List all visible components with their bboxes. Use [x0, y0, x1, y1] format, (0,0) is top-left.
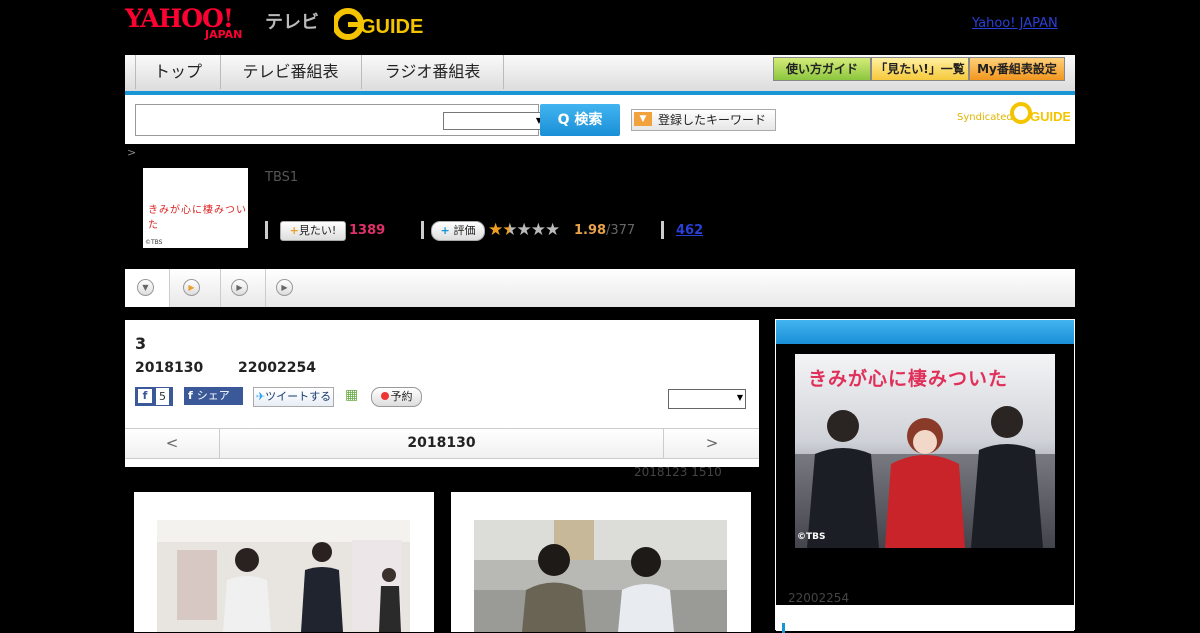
- star-rating-icon: ★★★★★: [488, 220, 560, 240]
- program-thumbnail[interactable]: きみが心に棲みついた ©TBS: [143, 168, 248, 248]
- tweet-label: ツイートする: [265, 390, 332, 403]
- tv-logo-text: テレビ: [265, 12, 319, 33]
- mitai-count: 1389: [349, 223, 386, 238]
- guide-button[interactable]: 使い方ガイド: [773, 57, 871, 81]
- rating-score: 1.98: [574, 223, 607, 238]
- facebook-icon: f: [188, 389, 193, 402]
- play-circle-icon: ▶: [231, 279, 248, 296]
- calendar-icon[interactable]: ▦: [345, 388, 359, 402]
- breadcrumb[interactable]: >: [127, 146, 136, 159]
- tab-episode-list[interactable]: ▼: [125, 269, 170, 307]
- tab-reviews[interactable]: ▶: [266, 269, 310, 307]
- program-poster[interactable]: きみが心に棲みついた ©TBS: [795, 354, 1055, 548]
- yahoo-japan-logo-text: JAPAN: [205, 28, 243, 41]
- tab-radio-schedule[interactable]: ラジオ番組表: [362, 55, 504, 89]
- update-timestamp: 2018123 1510: [634, 465, 722, 479]
- tweet-button[interactable]: ✈ツイートする: [253, 387, 334, 407]
- g-guide-logo[interactable]: GUIDE: [332, 8, 430, 40]
- side-panel: きみが心に棲みついた ©TBS 22002254: [775, 319, 1075, 633]
- rate-button-label: 評価: [453, 224, 476, 237]
- syndicated-logo-text: GUIDE: [1030, 109, 1070, 124]
- episode-select[interactable]: ▼: [668, 389, 746, 409]
- tab-program-info[interactable]: ▶: [170, 269, 221, 307]
- broadcast-date: 2018130: [135, 360, 204, 376]
- mitai-list-button[interactable]: 「見たい!」一覧: [871, 57, 969, 81]
- facebook-like-count: 5: [156, 388, 169, 405]
- global-nav: トップ テレビ番組表 ラジオ番組表 使い方ガイド 「見たい!」一覧 My番組表設…: [125, 55, 1075, 95]
- scene-photo[interactable]: [157, 520, 410, 632]
- record-dot-icon: [380, 392, 389, 400]
- episode-panel: 3 2018130 22002254 f5 f シェア ✈ツイートする ▦ 予約 …: [125, 320, 759, 467]
- divider: [265, 221, 268, 239]
- search-input[interactable]: ▼: [135, 104, 545, 136]
- current-episode-date: 2018130: [407, 435, 476, 451]
- registered-keyword-label: 登録したキーワード: [658, 113, 767, 127]
- episode-number: 3: [135, 334, 147, 353]
- facebook-share-label: シェア: [196, 389, 230, 402]
- rate-button[interactable]: + 評価: [431, 221, 485, 241]
- play-circle-icon: ▶: [276, 279, 293, 296]
- poster-copyright: ©TBS: [797, 532, 826, 542]
- next-episode-button[interactable]: >: [663, 429, 760, 458]
- tab-top[interactable]: トップ: [135, 55, 221, 89]
- scene-photo[interactable]: [474, 520, 727, 632]
- broadcast-time: 22002254: [238, 360, 316, 376]
- divider: [421, 221, 424, 239]
- divider: [661, 221, 664, 239]
- rating-count: /377: [606, 223, 636, 238]
- g-guide-syndicated-logo: GUIDE: [1010, 101, 1072, 125]
- reserve-button[interactable]: 予約: [371, 387, 422, 407]
- facebook-icon: f: [138, 389, 152, 403]
- search-bar: ▼ Q 検索 ▼ 登録したキーワード Syndicated GUIDE: [125, 95, 1075, 144]
- search-category-select[interactable]: ▼: [443, 112, 545, 130]
- photo-card[interactable]: [451, 492, 751, 632]
- g-guide-logo-text: GUIDE: [360, 16, 423, 38]
- program-sub-tabs: ▼ ▶ ▶ ▶: [125, 269, 1075, 307]
- tab-cast[interactable]: ▶: [221, 269, 266, 307]
- review-count-link[interactable]: 462: [676, 223, 703, 238]
- side-panel-content: [776, 605, 1074, 633]
- side-broadcast-time: 22002254: [788, 591, 850, 605]
- plus-icon: +: [289, 224, 299, 237]
- episode-date-nav: < 2018130 >: [125, 428, 759, 459]
- reserve-label: 予約: [390, 390, 413, 403]
- tab-tv-schedule[interactable]: テレビ番組表: [220, 55, 362, 89]
- channel-name: TBS1: [265, 170, 299, 185]
- keyword-arrow-icon: ▼: [634, 112, 652, 126]
- photo-card[interactable]: [134, 492, 434, 632]
- search-button[interactable]: Q 検索: [540, 104, 620, 136]
- registered-keyword-button[interactable]: ▼ 登録したキーワード: [631, 109, 776, 131]
- previous-episode-button[interactable]: <: [125, 429, 220, 458]
- yahoo-japan-link[interactable]: Yahoo! JAPAN: [972, 16, 1058, 31]
- facebook-like-button[interactable]: f5: [135, 387, 173, 406]
- syndicated-label: Syndicated: [957, 112, 1013, 123]
- side-panel-header: [776, 320, 1074, 344]
- thumbnail-title: きみが心に棲みついた: [148, 205, 247, 231]
- mitai-button[interactable]: +見たい!: [280, 221, 346, 241]
- play-circle-icon: ▶: [183, 279, 200, 296]
- twitter-bird-icon: ✈: [255, 390, 266, 403]
- dropdown-arrow-icon: ▼: [736, 393, 743, 402]
- thumbnail-copyright: ©TBS: [145, 239, 163, 246]
- mitai-button-label: 見たい!: [298, 224, 337, 237]
- poster-title: きみが心に棲みついた: [808, 368, 1009, 390]
- facebook-share-button[interactable]: f シェア: [184, 387, 243, 405]
- section-marker: [782, 623, 785, 633]
- chevron-down-icon: ▼: [137, 279, 154, 296]
- my-schedule-button[interactable]: My番組表設定: [969, 57, 1065, 81]
- plus-icon: +: [440, 224, 454, 237]
